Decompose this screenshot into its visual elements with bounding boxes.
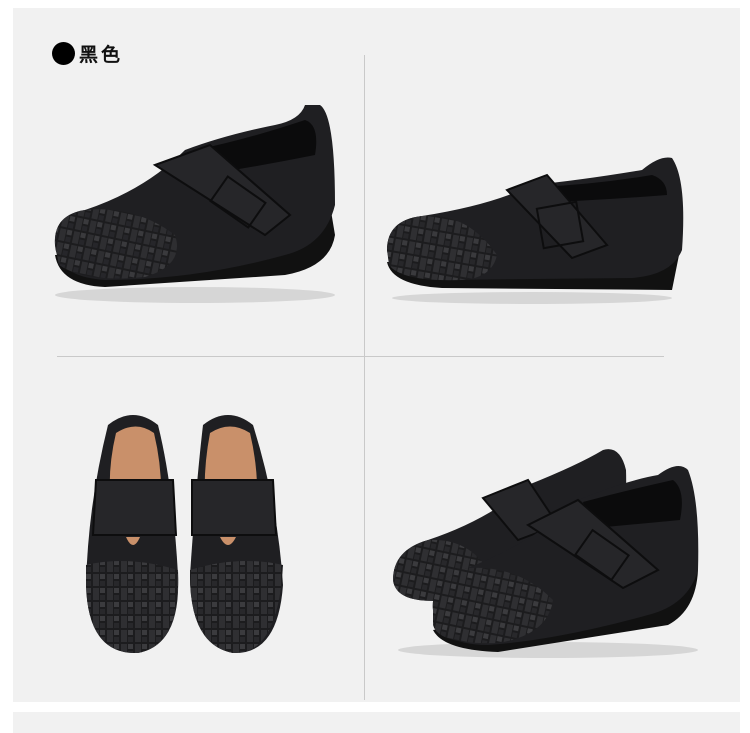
horizontal-divider — [57, 356, 664, 357]
shoe-photo-pair-angled — [388, 440, 708, 665]
shoe-photo-side-profile — [382, 150, 692, 310]
shoe-photo-angled-left — [45, 95, 345, 315]
color-name-label: 黑色 — [79, 44, 124, 66]
shoe-photo-top-down-pair — [78, 405, 293, 660]
right-shoe-top — [190, 415, 283, 654]
color-title: 黑色 — [52, 40, 123, 67]
bottom-strip — [13, 712, 740, 733]
vertical-divider — [364, 55, 365, 700]
left-shoe-top — [86, 415, 179, 654]
filled-circle-icon — [52, 42, 75, 65]
